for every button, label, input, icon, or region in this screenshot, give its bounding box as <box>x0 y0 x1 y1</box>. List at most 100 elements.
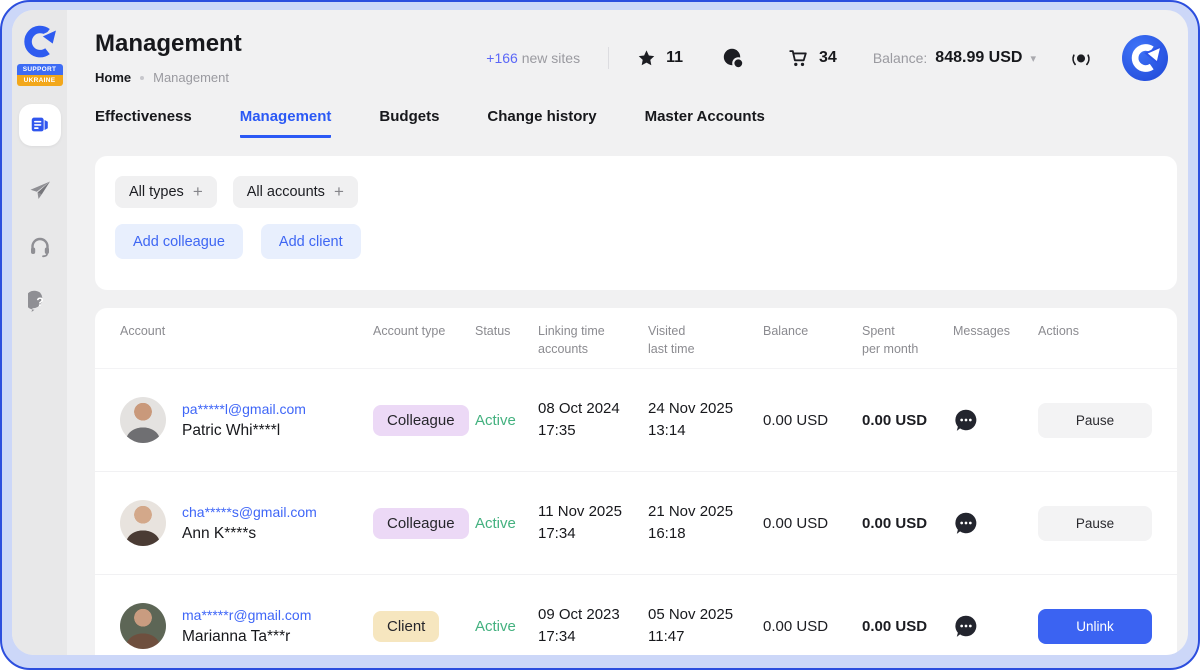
cart-count: 34 <box>819 49 837 67</box>
plus-icon: + <box>334 185 344 199</box>
visibility-toggle[interactable] <box>1070 47 1092 69</box>
message-bubble-icon <box>953 407 979 433</box>
tab-master-accounts[interactable]: Master Accounts <box>645 108 765 138</box>
account-email[interactable]: ma*****r@gmail.com <box>182 607 311 623</box>
actions-cell: Pause <box>1038 403 1152 438</box>
star-icon <box>637 49 656 68</box>
account-name: Marianna Ta***r <box>182 628 311 646</box>
new-sites-label: new sites <box>518 50 580 66</box>
visited-time: 21 Nov 202516:18 <box>648 501 763 546</box>
spent-cell: 0.00 USD <box>862 618 953 635</box>
add-colleague-button[interactable]: Add colleague <box>115 224 243 259</box>
message-bubble-icon <box>953 613 979 639</box>
visited-time: 24 Nov 202513:14 <box>648 398 763 443</box>
column-header: Visitedlast time <box>648 322 763 358</box>
account-type-badge: Colleague <box>373 405 469 436</box>
new-sites-count: +166 <box>486 50 518 66</box>
account-type-cell: Colleague <box>373 508 475 539</box>
sidebar: SUPPORT UKRAINE <box>12 10 67 655</box>
new-sites-link[interactable]: +166 new sites <box>486 50 580 66</box>
support-badge-line2: UKRAINE <box>17 75 63 86</box>
tabs: Effectiveness Management Budgets Change his… <box>95 108 1188 138</box>
table-row: pa*****l@gmail.com Patric Whi****l Colle… <box>95 369 1177 472</box>
tab-effectiveness[interactable]: Effectiveness <box>95 108 192 138</box>
account-cell: cha*****s@gmail.com Ann K****s <box>120 500 373 546</box>
action-button[interactable]: Unlink <box>1038 609 1152 644</box>
table-body: pa*****l@gmail.com Patric Whi****l Colle… <box>95 369 1177 655</box>
support-ukraine-badge[interactable]: SUPPORT UKRAINE <box>17 64 63 86</box>
account-cell: pa*****l@gmail.com Patric Whi****l <box>120 397 373 443</box>
support-badge-line1: SUPPORT <box>17 64 63 75</box>
messages-button[interactable] <box>953 407 1038 433</box>
linking-time: 08 Oct 202417:35 <box>538 398 648 443</box>
user-avatar[interactable] <box>1122 35 1168 81</box>
add-client-button[interactable]: Add client <box>261 224 361 259</box>
filter-all-accounts-label: All accounts <box>247 184 325 200</box>
sidebar-item-news[interactable] <box>19 104 61 146</box>
table-row: cha*****s@gmail.com Ann K****s Colleague… <box>95 472 1177 575</box>
column-header: Account <box>120 322 373 340</box>
chevron-down-icon: ▾ <box>1030 52 1036 65</box>
page-title: Management <box>95 30 242 58</box>
balance-value: 848.99 USD <box>935 49 1022 67</box>
column-header: Linking timeaccounts <box>538 322 648 358</box>
add-buttons: Add colleague Add client <box>115 224 1157 259</box>
filter-all-accounts[interactable]: All accounts + <box>233 176 358 208</box>
account-email[interactable]: cha*****s@gmail.com <box>182 504 317 520</box>
plus-icon: + <box>193 185 203 199</box>
messages-button[interactable] <box>953 613 1038 639</box>
action-button[interactable]: Pause <box>1038 506 1152 541</box>
filter-all-types-label: All types <box>129 184 184 200</box>
actions-cell: Pause <box>1038 506 1152 541</box>
balance-dropdown[interactable]: Balance: 848.99 USD ▾ <box>873 49 1036 67</box>
toolbar-divider <box>608 47 609 69</box>
favorites-counter[interactable]: 11 <box>637 49 683 68</box>
accounts-table: AccountAccount typeStatusLinking timeacc… <box>95 308 1177 655</box>
linking-time: 09 Oct 202317:34 <box>538 604 648 649</box>
breadcrumb-current: Management <box>153 70 229 85</box>
filter-all-types[interactable]: All types + <box>115 176 217 208</box>
account-identity: cha*****s@gmail.com Ann K****s <box>182 504 317 543</box>
column-header: Spentper month <box>862 322 953 358</box>
column-header: Messages <box>953 322 1038 340</box>
visited-time: 05 Nov 202511:47 <box>648 604 763 649</box>
action-button[interactable]: Pause <box>1038 403 1152 438</box>
svg-text:?: ? <box>36 295 43 309</box>
account-identity: pa*****l@gmail.com Patric Whi****l <box>182 401 306 440</box>
headphones-icon <box>28 234 52 258</box>
account-cell: ma*****r@gmail.com Marianna Ta***r <box>120 603 373 649</box>
cart-icon <box>787 47 809 69</box>
cart-counter[interactable]: 34 <box>787 47 837 69</box>
tab-change-history[interactable]: Change history <box>487 108 596 138</box>
column-header: Account type <box>373 322 475 340</box>
sidebar-item-help[interactable]: ? <box>28 290 52 314</box>
brand-logo-icon[interactable] <box>20 22 60 62</box>
spent-cell: 0.00 USD <box>862 412 953 429</box>
messages-button[interactable] <box>953 510 1038 536</box>
page-header: Management Home Management +166 new site… <box>67 10 1188 106</box>
avatar <box>120 500 166 546</box>
account-type-badge: Client <box>373 611 439 642</box>
main-content: Management Home Management +166 new site… <box>67 10 1188 655</box>
balance-cell: 0.00 USD <box>763 515 862 532</box>
favorites-count: 11 <box>666 49 683 67</box>
balance-label: Balance: <box>873 50 927 66</box>
filters-card: All types + All accounts + Add colleague… <box>95 156 1177 290</box>
linking-time: 11 Nov 202517:34 <box>538 501 648 546</box>
filter-chips: All types + All accounts + <box>115 176 1157 208</box>
account-email[interactable]: pa*****l@gmail.com <box>182 401 306 417</box>
breadcrumb: Home Management <box>95 70 229 85</box>
account-type-cell: Colleague <box>373 405 475 436</box>
paper-plane-icon <box>28 178 52 202</box>
tab-budgets[interactable]: Budgets <box>379 108 439 138</box>
visibility-eye-icon <box>1070 47 1092 69</box>
account-identity: ma*****r@gmail.com Marianna Ta***r <box>182 607 311 646</box>
status-label: Active <box>475 618 538 635</box>
tab-management[interactable]: Management <box>240 108 332 138</box>
sidebar-item-telegram[interactable] <box>28 178 52 202</box>
question-bubble-icon: ? <box>28 290 52 314</box>
chat-notifications-button[interactable] <box>721 46 745 70</box>
breadcrumb-home[interactable]: Home <box>95 70 131 85</box>
sidebar-item-support[interactable] <box>28 234 52 258</box>
actions-cell: Unlink <box>1038 609 1152 644</box>
